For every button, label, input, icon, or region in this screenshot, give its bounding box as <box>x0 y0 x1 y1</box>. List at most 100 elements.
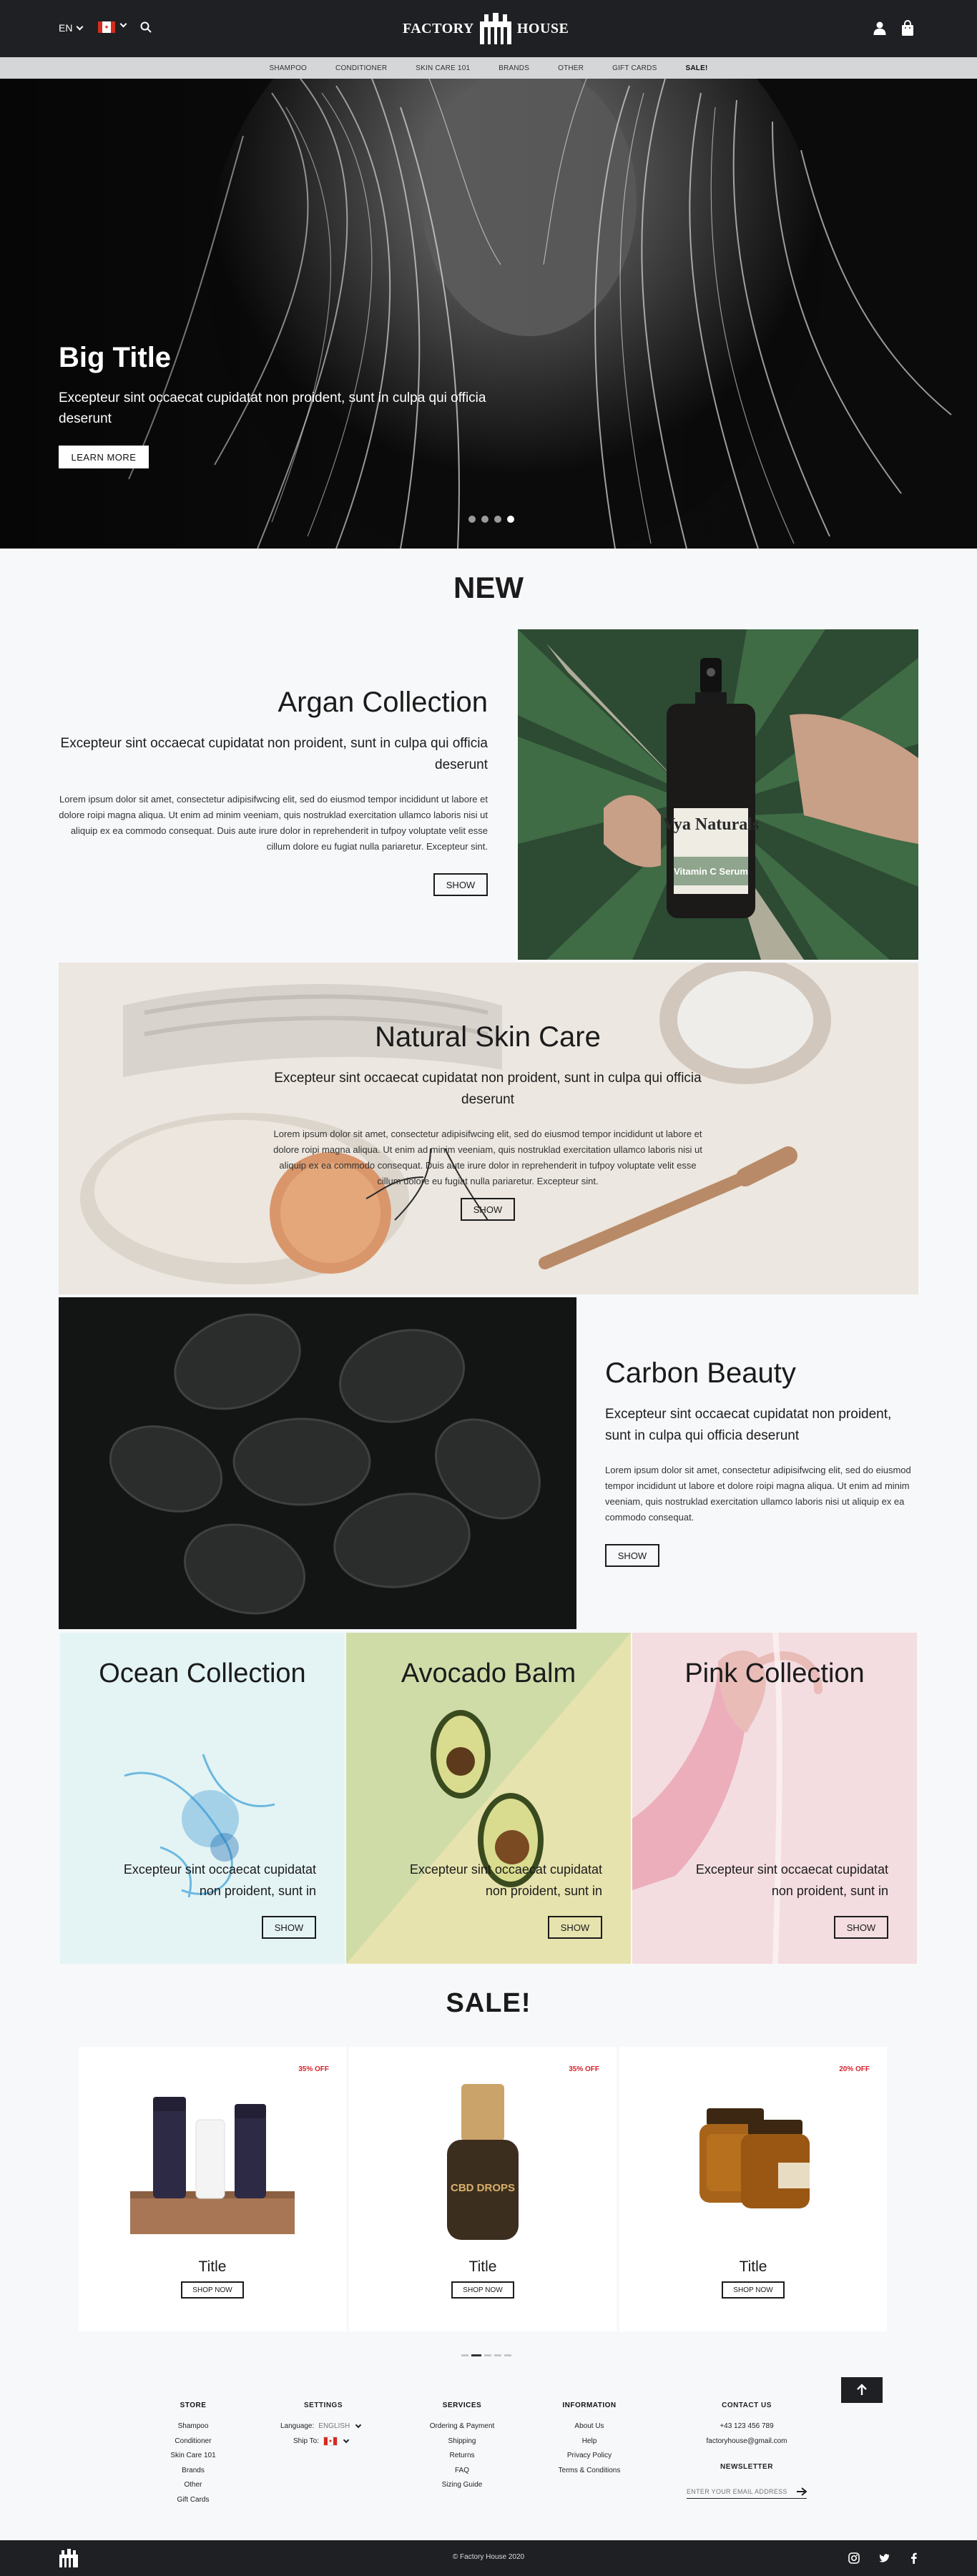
contact-phone[interactable]: +43 123 456 789 <box>671 2419 823 2434</box>
natural-title: Natural Skin Care <box>375 1021 601 1053</box>
footer-services: SERVICES Ordering & Payment Shipping Ret… <box>419 2402 505 2493</box>
canada-flag-icon[interactable]: ✦ <box>323 2437 338 2447</box>
footer-link[interactable]: Ordering & Payment <box>419 2419 505 2434</box>
footer-link[interactable]: Conditioner <box>165 2434 222 2449</box>
newsletter-form <box>687 2484 807 2499</box>
footer-link[interactable]: Skin Care 101 <box>165 2449 222 2464</box>
pink-show-button[interactable]: SHOW <box>834 1916 888 1939</box>
footer-link[interactable]: Privacy Policy <box>546 2449 632 2464</box>
carbon-lead: Excepteur sint occaecat cupidatat non pr… <box>605 1407 892 1443</box>
pink-collection-card[interactable]: Pink Collection Excepteur sint occaecat … <box>632 1633 917 1964</box>
discount-badge: 20% OFF <box>839 2065 870 2073</box>
twitter-icon[interactable] <box>878 2552 890 2564</box>
carousel-dot[interactable] <box>494 516 501 523</box>
product-image <box>130 2097 295 2234</box>
footer-link[interactable]: Shampoo <box>165 2419 222 2434</box>
carbon-show-button[interactable]: SHOW <box>605 1544 659 1567</box>
product-title: Title <box>198 2258 227 2275</box>
facebook-icon[interactable] <box>908 2552 920 2564</box>
send-arrow-icon[interactable] <box>797 2487 807 2496</box>
chevron-down-icon[interactable] <box>343 2437 350 2443</box>
avocado-show-button[interactable]: SHOW <box>548 1916 602 1939</box>
nav-item-gift-cards[interactable]: GIFT CARDS <box>598 64 671 72</box>
footer-link[interactable]: Returns <box>419 2449 505 2464</box>
instagram-icon[interactable] <box>848 2552 860 2564</box>
argan-show-button[interactable]: SHOW <box>433 873 488 896</box>
shop-now-button[interactable]: SHOP NOW <box>722 2281 785 2299</box>
chevron-down-icon[interactable] <box>119 20 127 28</box>
argan-title: Argan Collection <box>278 687 488 718</box>
footer-contact: CONTACT US +43 123 456 789 factoryhouse@… <box>671 2402 823 2471</box>
nav-item-brands[interactable]: BRANDS <box>484 64 544 72</box>
shop-now-button[interactable]: SHOP NOW <box>181 2281 244 2299</box>
ocean-title: Ocean Collection <box>99 1658 306 1688</box>
footer-link[interactable]: Sizing Guide <box>419 2478 505 2493</box>
page-indicator[interactable] <box>461 2354 468 2356</box>
footer-link[interactable]: Other <box>165 2478 222 2493</box>
product-card[interactable]: 20% OFF Title SHOP NOW <box>619 2047 887 2331</box>
footer-settings: SETTINGS Language: ENGLISH Ship To: ✦ <box>280 2402 366 2449</box>
carbon-title: Carbon Beauty <box>605 1357 796 1389</box>
page-indicator[interactable] <box>484 2354 491 2356</box>
search-icon[interactable] <box>140 21 152 33</box>
new-section-title: NEW <box>453 571 524 604</box>
carousel-dot[interactable] <box>481 516 488 523</box>
ship-to-label: Ship To: <box>293 2437 319 2445</box>
learn-more-button[interactable]: LEARN MORE <box>59 446 149 468</box>
shopping-bag-icon[interactable] <box>900 20 915 36</box>
carousel-dots <box>468 516 514 523</box>
product-label: CBD DROPS <box>451 2182 515 2194</box>
footer-heading: SERVICES <box>442 2402 482 2409</box>
shop-now-button[interactable]: SHOP NOW <box>451 2281 514 2299</box>
footer-link[interactable]: Gift Cards <box>165 2493 222 2508</box>
ocean-show-button[interactable]: SHOW <box>262 1916 316 1939</box>
footer-link[interactable]: Brands <box>165 2464 222 2479</box>
chevron-down-icon[interactable] <box>355 2422 362 2429</box>
avocado-title: Avocado Balm <box>401 1658 576 1688</box>
nav-item-other[interactable]: OTHER <box>544 64 598 72</box>
natural-show-button[interactable]: SHOW <box>461 1198 515 1221</box>
carousel-dot[interactable] <box>468 516 476 523</box>
language-select[interactable]: ENGLISH <box>318 2419 350 2434</box>
product-card[interactable]: 35% OFF CBD DROPS Title SHOP NOW <box>349 2047 617 2331</box>
footer-link[interactable]: Terms & Conditions <box>546 2464 632 2479</box>
bottle-label: Vitamin C Serum <box>674 866 748 877</box>
nav-item-skin-care[interactable]: SKIN CARE 101 <box>401 64 484 72</box>
nav-item-conditioner[interactable]: CONDITIONER <box>321 64 401 72</box>
footer-store: STORE Shampoo Conditioner Skin Care 101 … <box>165 2402 222 2507</box>
user-icon[interactable] <box>873 21 887 35</box>
footer-heading: CONTACT US <box>722 2402 772 2409</box>
product-image <box>699 2108 810 2208</box>
language-selector[interactable]: EN <box>59 22 84 34</box>
discount-badge: 35% OFF <box>569 2065 599 2073</box>
natural-body: Lorem ipsum dolor sit amet, consectetur … <box>273 1129 702 1186</box>
footer-link[interactable]: Help <box>546 2434 632 2449</box>
product-card[interactable]: 35% OFF Title SHOP NOW <box>79 2047 346 2331</box>
page-indicator-active[interactable] <box>471 2354 481 2356</box>
ocean-collection-card[interactable]: Ocean Collection Excepteur sint occaecat… <box>60 1633 345 1964</box>
hero-title: Big Title <box>59 342 172 373</box>
footer-link[interactable]: About Us <box>546 2419 632 2434</box>
argan-body: Lorem ipsum dolor sit amet, consectetur … <box>59 794 488 852</box>
footer-link[interactable]: FAQ <box>419 2464 505 2479</box>
contact-email[interactable]: factoryhouse@gmail.com <box>671 2434 823 2449</box>
nav-item-sale[interactable]: SALE! <box>671 64 722 72</box>
footer-link[interactable]: Shipping <box>419 2434 505 2449</box>
footer-heading: SETTINGS <box>303 2402 343 2409</box>
hero-subtitle: Excepteur sint occaecat cupidatat non pr… <box>59 390 486 426</box>
newsletter-email-input[interactable] <box>687 2487 794 2495</box>
nav-item-shampoo[interactable]: SHAMPOO <box>255 64 322 72</box>
brand-logo[interactable]: FACTORY HOUSE <box>403 11 569 46</box>
canada-flag-icon[interactable]: ✦ <box>98 21 115 33</box>
footer-heading: STORE <box>180 2402 207 2409</box>
hero-image <box>0 79 977 549</box>
avocado-balm-card[interactable]: Avocado Balm Excepteur sint occaecat cup… <box>346 1633 631 1964</box>
hero-banner: Big Title Excepteur sint occaecat cupida… <box>0 79 977 549</box>
newsletter-heading: NEWSLETTER <box>720 2463 773 2471</box>
page-indicator[interactable] <box>494 2354 501 2356</box>
back-to-top-button[interactable] <box>841 2377 883 2403</box>
language-label: EN <box>59 22 73 34</box>
carousel-dot-active[interactable] <box>507 516 514 523</box>
bottle-brand: Vya Naturals <box>663 815 759 834</box>
page-indicator[interactable] <box>504 2354 511 2356</box>
